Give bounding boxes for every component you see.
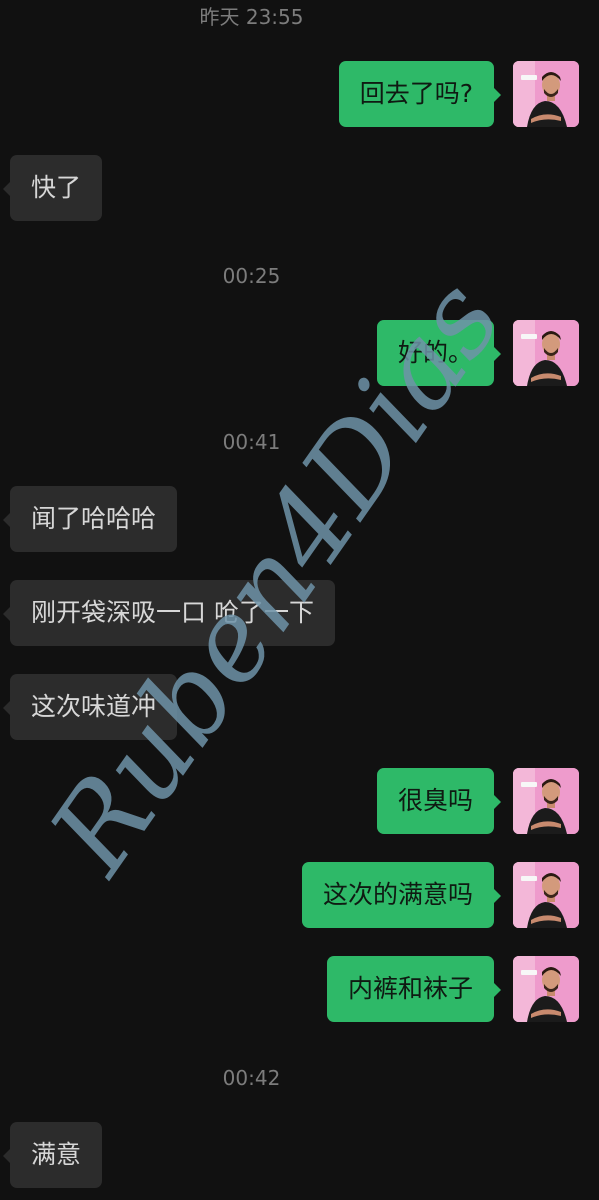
avatar[interactable] bbox=[513, 956, 579, 1022]
outgoing-message[interactable]: 这次的满意吗 bbox=[301, 862, 502, 928]
outgoing-message[interactable]: 很臭吗 bbox=[376, 768, 502, 834]
timestamp: 00:42 bbox=[222, 1066, 281, 1090]
outgoing-message[interactable]: 回去了吗? bbox=[338, 61, 502, 127]
timestamp: 00:25 bbox=[222, 264, 281, 288]
outgoing-message[interactable]: 好的。 bbox=[376, 320, 502, 386]
incoming-message[interactable]: 快了 bbox=[2, 155, 103, 221]
timestamp: 00:41 bbox=[222, 430, 281, 454]
incoming-message[interactable]: 刚开袋深吸一口 呛了一下 bbox=[3, 580, 335, 646]
incoming-message[interactable]: 闻了哈哈哈 bbox=[2, 486, 178, 552]
chat-history[interactable]: 昨天 23:55 回去了吗? 快了 00:25 好的。 00:41 闻了哈哈哈 … bbox=[0, 0, 599, 1200]
outgoing-message[interactable]: 内裤和袜子 bbox=[326, 956, 502, 1022]
timestamp: 昨天 23:55 bbox=[199, 5, 304, 29]
incoming-message[interactable]: 满意 bbox=[2, 1122, 103, 1188]
incoming-message[interactable]: 这次味道冲 bbox=[2, 674, 178, 740]
avatar[interactable] bbox=[513, 862, 579, 928]
avatar[interactable] bbox=[513, 320, 579, 386]
avatar[interactable] bbox=[513, 768, 579, 834]
avatar[interactable] bbox=[513, 61, 579, 127]
